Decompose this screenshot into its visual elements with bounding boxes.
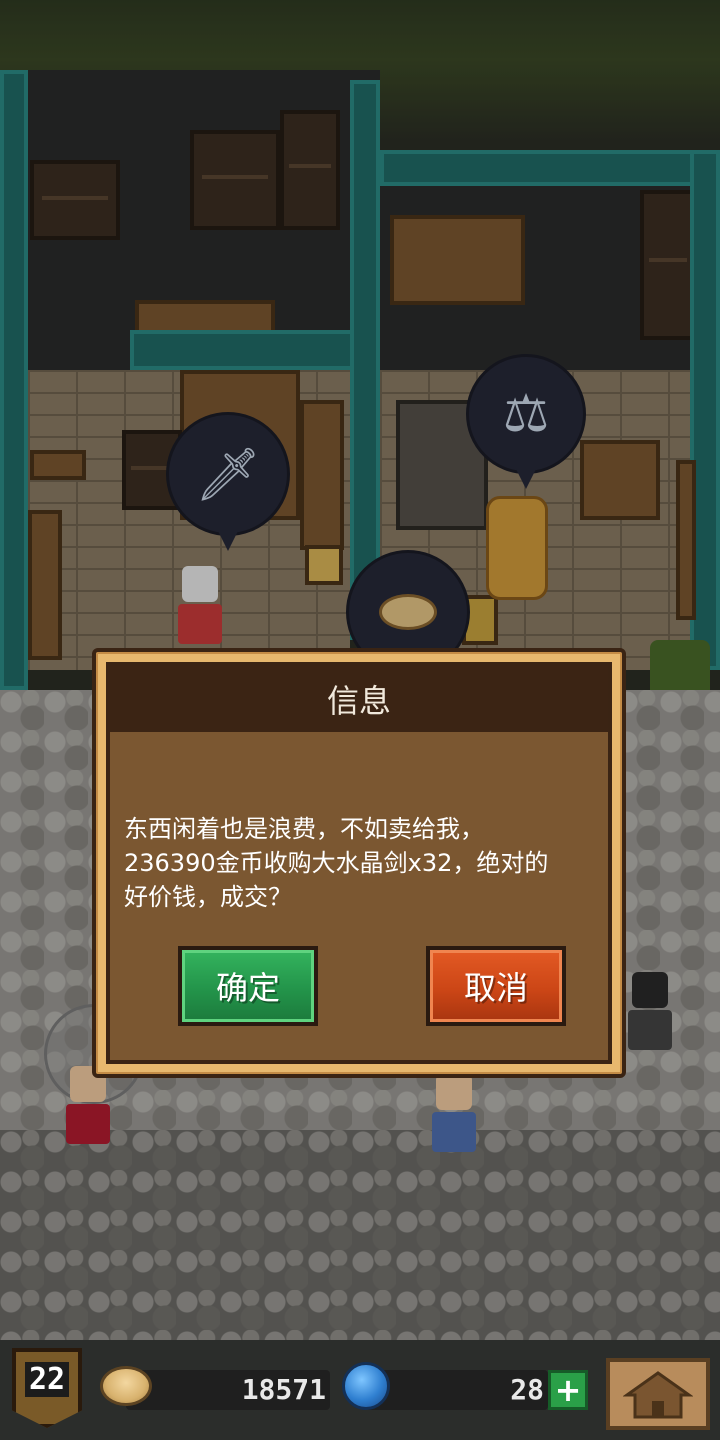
dialog-message: 东西闲着也是浪费，不如卖给我， 236390金币收购大水晶剑x32，绝对的 好价…	[124, 812, 594, 914]
house-icon	[623, 1371, 693, 1419]
dialog-panel: 信息 东西闲着也是浪费，不如卖给我， 236390金币收购大水晶剑x32，绝对的…	[106, 662, 612, 1064]
message-line: 好价钱，成交？	[124, 883, 292, 911]
dialog-title: 信息	[326, 682, 391, 720]
cancel-button[interactable]: 取消	[426, 946, 566, 1026]
home-button[interactable]	[606, 1358, 710, 1430]
gold-amount: 18571	[241, 1373, 326, 1406]
confirm-button[interactable]: 确定	[178, 946, 318, 1026]
dialog-header: 信息	[110, 666, 608, 732]
gem-icon	[342, 1362, 390, 1410]
level-number: 22	[24, 1362, 70, 1397]
bottom-hud: 22 18571 28 +	[0, 1340, 720, 1440]
level-badge[interactable]: 22	[12, 1348, 82, 1428]
message-line: 236390金币收购大水晶剑x32，绝对的	[124, 849, 549, 877]
add-gems-button[interactable]: +	[548, 1370, 588, 1410]
info-dialog: 信息 东西闲着也是浪费，不如卖给我， 236390金币收购大水晶剑x32，绝对的…	[92, 648, 626, 1078]
gem-amount: 28	[510, 1373, 544, 1406]
gold-coin-icon	[100, 1366, 152, 1406]
message-line: 东西闲着也是浪费，不如卖给我，	[124, 815, 484, 843]
